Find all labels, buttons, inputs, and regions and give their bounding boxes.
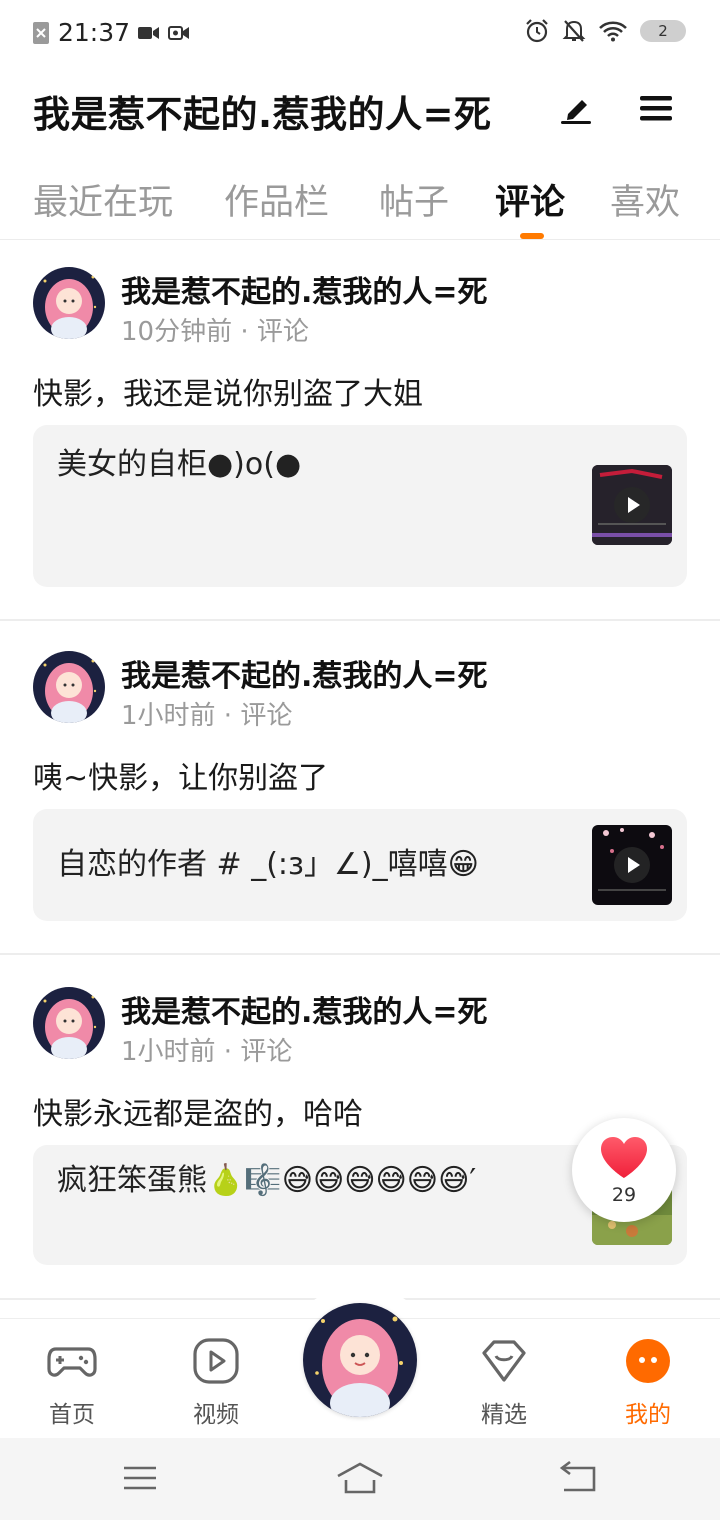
notification-close-icon [33, 21, 49, 44]
play-circle-icon [193, 1338, 239, 1384]
comment-author[interactable]: 我是惹不起的.惹我的人=死 [121, 267, 488, 311]
tab-posts[interactable]: 帖子 [379, 174, 449, 225]
comment-time: 1小时前 [121, 1037, 216, 1067]
alarm-icon [526, 19, 548, 43]
face-icon [626, 1339, 670, 1383]
edit-pen-icon[interactable] [556, 88, 596, 128]
comment-time: 1小时前 [121, 701, 216, 731]
video-thumbnail[interactable] [592, 825, 672, 905]
heart-icon [601, 1137, 647, 1178]
comment-time: 10分钟前 [121, 317, 233, 347]
active-tab-indicator [520, 233, 544, 239]
quoted-work-title: 疯狂笨蛋熊🍐🎼😅😅😅😅😅😅′ [57, 1163, 477, 1198]
wifi-icon [599, 21, 627, 42]
tab-likes[interactable]: 喜欢 [610, 174, 680, 225]
avatar[interactable] [33, 651, 105, 723]
menu-icon[interactable] [636, 88, 676, 128]
comment-meta: 10分钟前 · 评论 [121, 317, 309, 347]
battery-indicator: 2 [640, 20, 686, 42]
play-icon [614, 847, 650, 883]
comment-text: 快影永远都是盗的，哈哈 [33, 1097, 363, 1132]
video-record-icon [168, 25, 190, 40]
nav-featured[interactable]: 精选 [454, 1335, 554, 1429]
recent-apps-icon[interactable] [116, 1458, 164, 1498]
status-time: 21:37 [58, 18, 131, 47]
comment-text: 咦~快影，让你别盗了 [33, 761, 329, 796]
nav-mine-label: 我的 [625, 1402, 671, 1428]
tab-comments[interactable]: 评论 [495, 174, 565, 225]
nav-featured-label: 精选 [481, 1402, 527, 1428]
nav-mine[interactable]: 我的 [598, 1335, 698, 1429]
like-count: 29 [611, 1184, 637, 1206]
quoted-work-card[interactable]: 自恋的作者 # _(:з」∠)_嘻嘻😁 [33, 809, 687, 921]
video-thumbnail[interactable] [592, 465, 672, 545]
page-title: 我是惹不起的.惹我的人=死 [33, 93, 492, 136]
comment-author[interactable]: 我是惹不起的.惹我的人=死 [121, 651, 488, 695]
nav-home-label: 首页 [49, 1402, 95, 1428]
profile-tabs: 最近在玩 作品栏 帖子 评论 喜欢 [0, 166, 720, 240]
nav-video-label: 视频 [193, 1402, 239, 1428]
quoted-work-title: 自恋的作者 # _(:з」∠)_嘻嘻😁 [57, 847, 479, 882]
home-icon[interactable] [336, 1458, 384, 1498]
comment-meta: 1小时前 · 评论 [121, 701, 293, 731]
tab-works[interactable]: 作品栏 [224, 174, 329, 225]
nav-video[interactable]: 视频 [166, 1335, 266, 1429]
like-button[interactable]: 29 [572, 1118, 676, 1222]
avatar[interactable] [33, 987, 105, 1059]
center-avatar-button[interactable] [303, 1303, 417, 1417]
comment-meta: 1小时前 · 评论 [121, 1037, 293, 1067]
nav-home[interactable]: 首页 [22, 1335, 122, 1429]
quoted-work-card[interactable]: 美女的自柜●)o(● [33, 425, 687, 587]
system-navigation-bar [0, 1438, 720, 1520]
profile-header: 我是惹不起的.惹我的人=死 [0, 74, 720, 146]
play-icon [614, 487, 650, 523]
status-bar: 21:37 2 [0, 0, 720, 66]
video-camera-icon [138, 26, 160, 39]
comment-text: 快影，我还是说你别盗了大姐 [33, 377, 423, 412]
gamepad-icon [47, 1347, 97, 1377]
comment-type: 评论 [256, 317, 309, 347]
quoted-work-title: 美女的自柜●)o(● [57, 447, 302, 482]
comment-card[interactable]: 我是惹不起的.惹我的人=死 10分钟前 · 评论 快影，我还是说你别盗了大姐 美… [0, 241, 720, 621]
comment-card[interactable]: 我是惹不起的.惹我的人=死 1小时前 · 评论 咦~快影，让你别盗了 自恋的作者… [0, 621, 720, 955]
tab-recent-playing[interactable]: 最近在玩 [33, 174, 173, 225]
back-icon[interactable] [556, 1458, 604, 1498]
heart-diamond-icon [482, 1340, 526, 1382]
avatar[interactable] [33, 267, 105, 339]
comment-type: 评论 [240, 701, 293, 731]
mute-bell-icon [562, 20, 586, 42]
comment-author[interactable]: 我是惹不起的.惹我的人=死 [121, 987, 488, 1031]
comment-type: 评论 [240, 1037, 293, 1067]
